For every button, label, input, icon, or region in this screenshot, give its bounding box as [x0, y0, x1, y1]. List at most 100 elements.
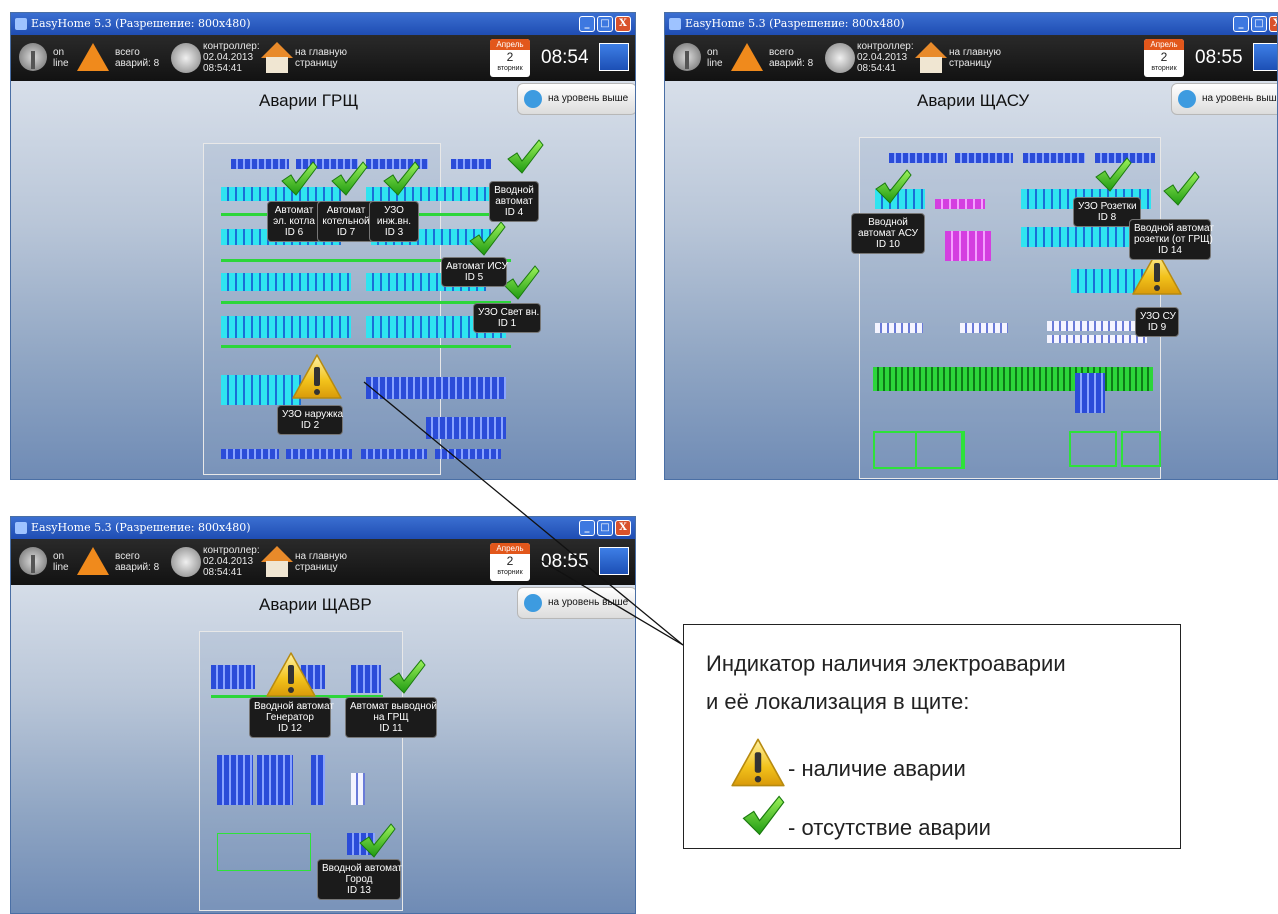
controller-datetime: контроллер: 02.04.2013 08:54:41 [203, 545, 260, 578]
alarm-count-icon[interactable] [731, 43, 763, 71]
schematic-rail [221, 301, 511, 304]
alarm-count-icon[interactable] [77, 547, 109, 575]
warning-triangle-icon [731, 738, 785, 787]
controller-datetime: контроллер: 02.04.2013 08:54:41 [203, 41, 260, 74]
breaker-tag[interactable]: Вводной автомат Генератор ID 12 [249, 697, 334, 738]
maximize-button[interactable]: □ [1251, 16, 1267, 32]
ok-checkmark-icon [383, 161, 420, 196]
antenna-icon[interactable] [19, 43, 47, 71]
minimize-button[interactable]: _ [1233, 16, 1249, 32]
breaker-tag[interactable]: УЗО наружка ID 2 [277, 405, 343, 435]
alarm-count: всего аварий: 8 [769, 47, 814, 69]
green-checkmark-icon [742, 795, 785, 836]
minimize-button[interactable]: _ [579, 520, 595, 536]
online-status: on line [707, 47, 723, 69]
schematic-module [351, 665, 381, 693]
ok-checkmark-icon [389, 659, 426, 694]
home-icon[interactable] [915, 42, 947, 74]
home-link[interactable]: на главную страницу [295, 551, 347, 573]
window-grsch: EasyHome 5.3 (Разрешение: 800x480) _ □ X… [10, 12, 636, 480]
schematic-module [286, 449, 352, 459]
home-icon[interactable] [261, 546, 293, 578]
up-level-button[interactable]: на уровень выше [1171, 83, 1277, 115]
schematic-module [945, 231, 991, 261]
antenna-icon[interactable] [19, 547, 47, 575]
antenna-icon[interactable] [673, 43, 701, 71]
breaker-tag[interactable]: Вводной автомат Город ID 13 [317, 859, 402, 900]
schematic-module [221, 316, 351, 338]
clock-icon[interactable] [171, 43, 201, 73]
green-box [915, 431, 963, 469]
window-title: EasyHome 5.3 (Разрешение: 800x480) [31, 17, 251, 30]
legend-title-line2: и её локализация в щите: [706, 689, 970, 714]
schematic-module [426, 417, 506, 439]
up-level-button[interactable]: на уровень выше [517, 83, 635, 115]
home-link[interactable]: на главную страницу [295, 47, 347, 69]
maximize-button[interactable]: □ [597, 16, 613, 32]
window-title: EasyHome 5.3 (Разрешение: 800x480) [31, 521, 251, 534]
close-button[interactable]: X [615, 16, 631, 32]
schematic-module [221, 449, 279, 459]
breaker-tag[interactable]: Автомат эл. котла ID 6 [267, 201, 321, 242]
window-schavr: EasyHome 5.3 (Разрешение: 800x480) _ □ X… [10, 516, 636, 914]
breaker-tag[interactable]: УЗО Свет вн. ID 1 [473, 303, 541, 333]
calendar-widget: Апрель 2 вторник [490, 39, 530, 77]
online-status: on line [53, 551, 69, 573]
schematic-module [875, 323, 923, 333]
green-box [1069, 431, 1117, 467]
toolbar: on line всего аварий: 8 контроллер: 02.04.2… [11, 35, 635, 81]
calendar-widget: Апрель 2 вторник [1144, 39, 1184, 77]
clock-time: 08:55 [1195, 47, 1243, 68]
ok-checkmark-icon [1095, 157, 1132, 192]
calendar-widget: Апрель 2 вторник [490, 543, 530, 581]
legend-title-line1: Индикатор наличия электроаварии [706, 651, 1066, 676]
close-button[interactable]: X [615, 520, 631, 536]
breaker-tag[interactable]: Вводной автомат розетки (от ГРЩ) ID 14 [1129, 219, 1214, 260]
schematic-rail [221, 345, 511, 348]
clock-time: 08:55 [541, 551, 589, 572]
breaker-tag[interactable]: Вводной автомат АСУ ID 10 [851, 213, 925, 254]
clock-icon[interactable] [825, 43, 855, 73]
home-link[interactable]: на главную страницу [949, 47, 1001, 69]
alarm-count-icon[interactable] [77, 43, 109, 71]
clock-icon[interactable] [171, 547, 201, 577]
breaker-tag[interactable]: Автомат выводной на ГРЩ ID 11 [345, 697, 437, 738]
up-arrow-icon [524, 90, 542, 108]
schematic-module [221, 273, 351, 291]
minimize-button[interactable]: _ [579, 16, 595, 32]
title-bar: EasyHome 5.3 (Разрешение: 800x480) _ □ X [11, 517, 635, 539]
page-title: Аварии ГРЩ [259, 91, 359, 110]
schematic-module [1075, 373, 1105, 413]
ok-checkmark-icon [1163, 171, 1200, 206]
schematic-module [211, 665, 255, 689]
breaker-tag[interactable]: Вводной автомат ID 4 [489, 181, 539, 222]
window-title: EasyHome 5.3 (Разрешение: 800x480) [685, 17, 905, 30]
toolbar: on line всего аварий: 8 контроллер: 02.04.2… [11, 539, 635, 585]
controller-datetime: контроллер: 02.04.2013 08:54:41 [857, 41, 914, 74]
exit-icon[interactable] [599, 43, 629, 71]
title-bar: EasyHome 5.3 (Разрешение: 800x480) _ □ X [665, 13, 1277, 35]
maximize-button[interactable]: □ [597, 520, 613, 536]
schematic-module [1047, 335, 1147, 343]
toolbar: on line всего аварий: 8 контроллер: 02.04.2… [665, 35, 1277, 81]
breaker-tag[interactable]: УЗО СУ ID 9 [1135, 307, 1179, 337]
breaker-tag[interactable]: УЗО инж.вн. ID 3 [369, 201, 419, 242]
schematic-module [361, 449, 427, 459]
ok-checkmark-icon [359, 823, 396, 858]
exit-icon[interactable] [1253, 43, 1277, 71]
close-button[interactable]: X [1269, 16, 1277, 32]
schematic-module [935, 199, 985, 209]
breaker-tag[interactable]: Автомат котельной ID 7 [317, 201, 375, 242]
schematic-module [435, 449, 501, 459]
breaker-tag[interactable]: Автомат ИСУ ID 5 [441, 257, 508, 287]
ok-checkmark-icon [469, 221, 506, 256]
exit-icon[interactable] [599, 547, 629, 575]
home-icon[interactable] [261, 42, 293, 74]
alarm-count: всего аварий: 8 [115, 551, 160, 573]
app-icon [15, 522, 27, 534]
legend-box: Индикатор наличия электроаварии и её лок… [683, 624, 1181, 849]
app-icon [15, 18, 27, 30]
page-title: Аварии ЩАВР [259, 595, 372, 614]
up-level-button[interactable]: на уровень выше [517, 587, 635, 619]
terminal-block [873, 367, 1153, 391]
